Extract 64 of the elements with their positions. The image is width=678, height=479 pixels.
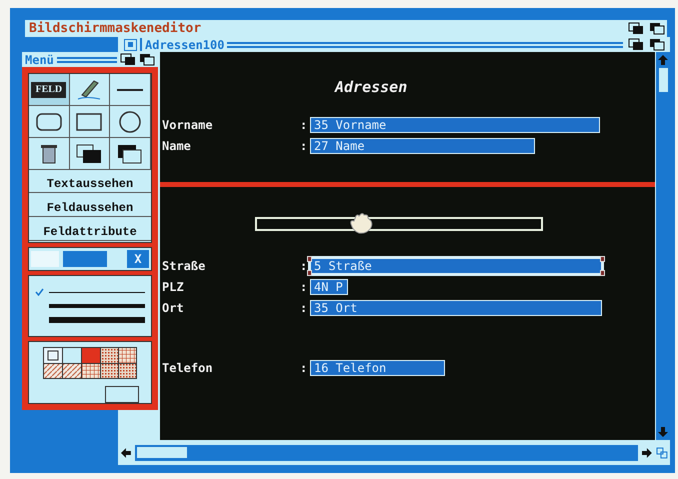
close-button[interactable]: X xyxy=(127,250,149,268)
vertical-scrollbar[interactable] xyxy=(655,52,670,440)
tool-button[interactable] xyxy=(29,106,70,138)
window-front-icon[interactable] xyxy=(139,53,155,66)
hand-cursor-icon xyxy=(348,212,374,236)
tool-button[interactable] xyxy=(70,106,110,138)
menu-item[interactable]: Textaussehen xyxy=(29,176,151,193)
resize-handle[interactable] xyxy=(307,270,312,276)
tool-button[interactable] xyxy=(110,138,151,170)
input-field[interactable]: 5 Straße xyxy=(310,258,602,274)
field-label: Ort xyxy=(162,300,185,316)
input-field[interactable]: 4N P xyxy=(310,278,348,294)
colon-label: : xyxy=(300,300,308,316)
field-label: Straße xyxy=(162,258,206,274)
color-swatch[interactable] xyxy=(31,251,59,267)
field-label: PLZ xyxy=(162,278,185,296)
window-back-icon[interactable] xyxy=(628,22,644,34)
colon-label: : xyxy=(300,258,308,274)
colon-label: : xyxy=(300,360,308,376)
input-field[interactable]: 27 Name xyxy=(310,138,535,154)
color-swatch[interactable] xyxy=(63,251,107,267)
colon-label: : xyxy=(300,278,308,296)
resize-icon[interactable] xyxy=(656,446,668,458)
input-field[interactable]: 35 Ort xyxy=(310,300,602,316)
tool-button[interactable] xyxy=(70,138,110,170)
resize-handle[interactable] xyxy=(307,256,312,262)
horizontal-scrollbar[interactable] xyxy=(134,444,638,460)
scroll-right-icon[interactable] xyxy=(641,446,654,458)
tool-button[interactable] xyxy=(110,106,151,138)
form-heading: Adressen xyxy=(335,77,408,98)
close-gadget-icon[interactable] xyxy=(124,38,137,50)
field-label: Name xyxy=(162,138,192,154)
scroll-down-icon[interactable] xyxy=(657,426,669,438)
colon-label: : xyxy=(300,138,308,154)
splitter-bar[interactable] xyxy=(255,217,543,231)
scroll-left-icon[interactable] xyxy=(120,446,132,458)
input-field[interactable]: 35 Vorname xyxy=(310,116,600,132)
field-label: Vorname xyxy=(162,116,214,134)
window-back-icon[interactable] xyxy=(120,53,136,66)
pattern-preview[interactable] xyxy=(105,386,139,403)
tool-button[interactable] xyxy=(110,74,151,106)
resize-handle[interactable] xyxy=(600,270,605,276)
tool-button[interactable]: FELD xyxy=(29,74,70,106)
input-field[interactable]: 16 Telefon xyxy=(310,360,445,376)
field-label: Telefon xyxy=(162,360,214,376)
scroll-thumb[interactable] xyxy=(136,447,187,458)
menu-item[interactable]: Feldattribute xyxy=(29,224,151,241)
menu-title: Menü xyxy=(25,54,54,66)
menu-item[interactable]: Feldaussehen xyxy=(29,200,151,217)
window-back-icon[interactable] xyxy=(628,38,644,50)
window-front-icon[interactable] xyxy=(648,38,664,50)
line-tool-icon xyxy=(117,88,144,90)
resize-handle[interactable] xyxy=(600,256,605,262)
colon-label: : xyxy=(300,116,308,134)
scroll-up-icon[interactable] xyxy=(657,54,669,66)
window-title: Adressen100 xyxy=(145,38,224,50)
pattern-palette-drawing[interactable] xyxy=(42,346,138,380)
line-style-option[interactable] xyxy=(35,288,145,296)
tool-button[interactable] xyxy=(70,74,110,106)
window-front-icon[interactable] xyxy=(648,22,664,34)
scroll-thumb[interactable] xyxy=(658,68,668,92)
tool-button[interactable] xyxy=(29,138,70,170)
field-tool-label: FELD xyxy=(31,82,66,98)
app-title: Bildschirmmaskeneditor xyxy=(29,22,202,35)
